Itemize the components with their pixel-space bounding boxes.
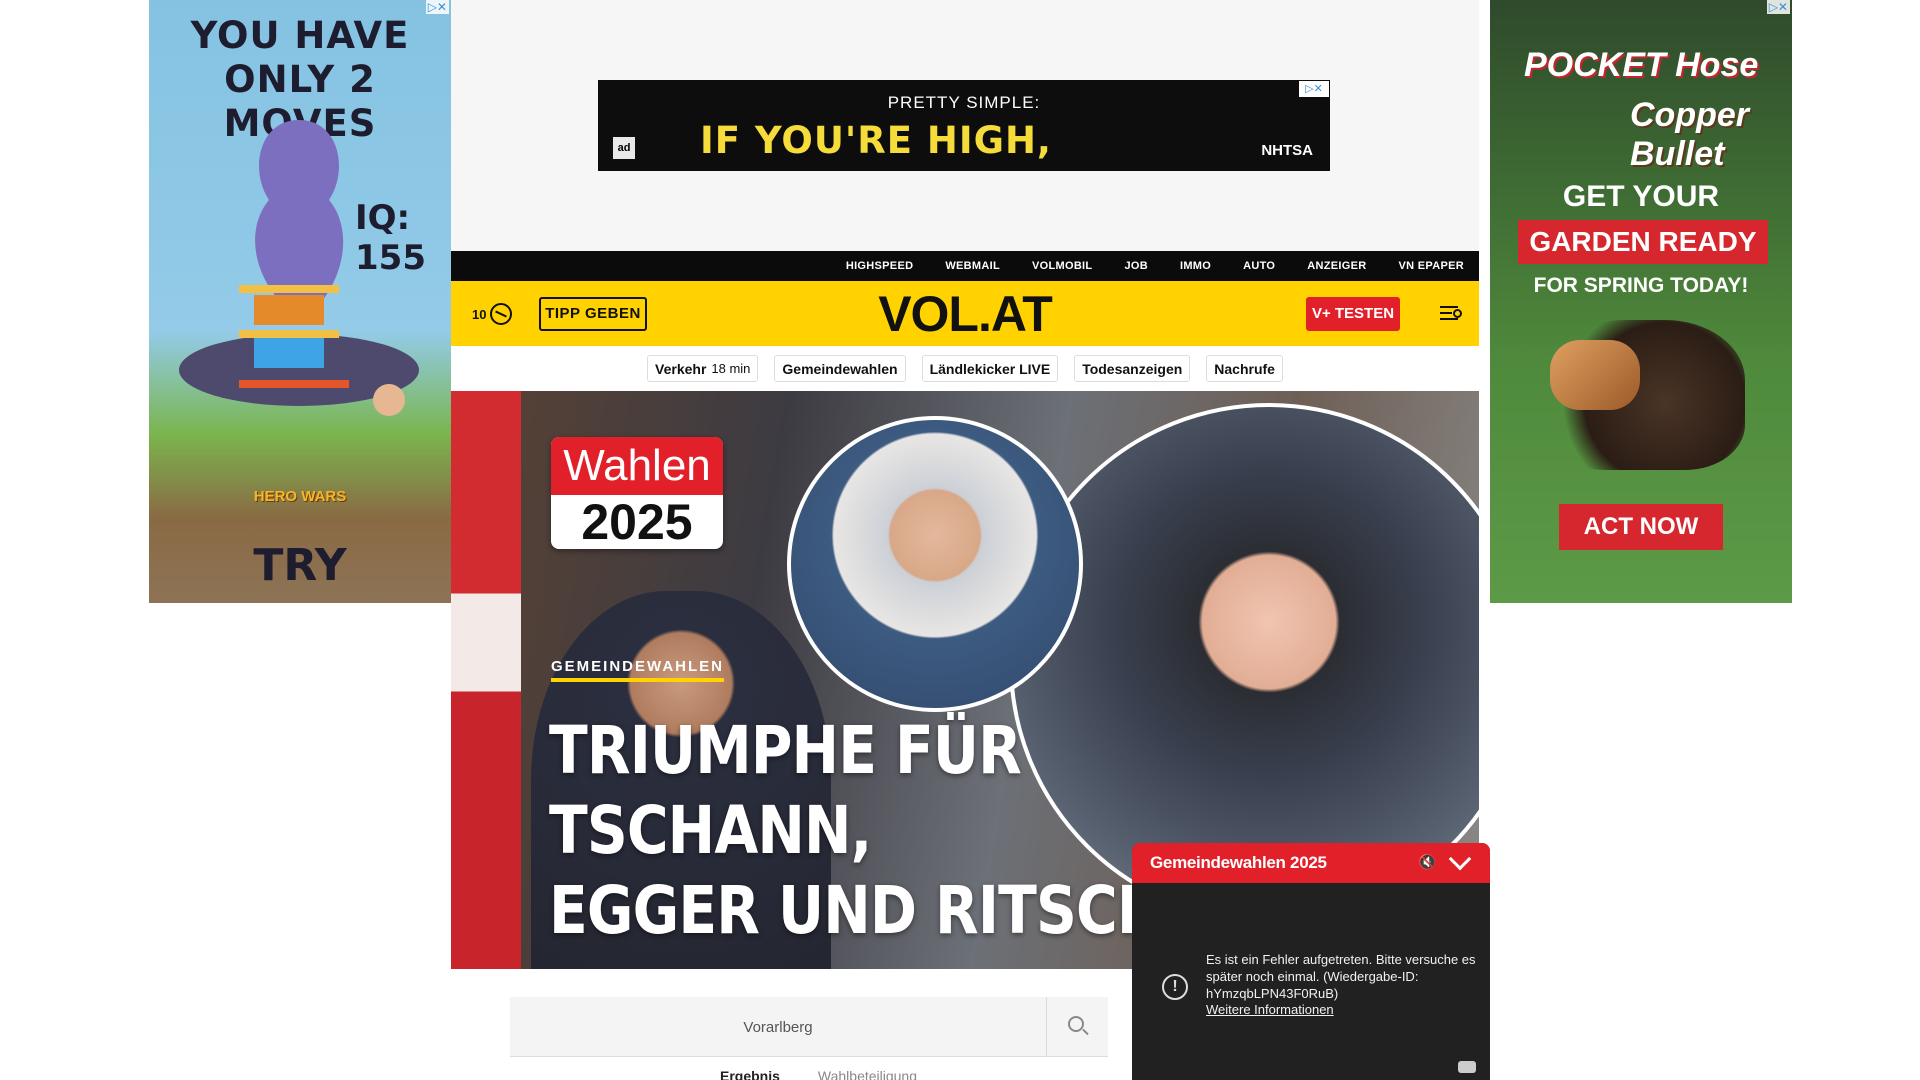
menu-search-icon[interactable] — [1440, 303, 1464, 325]
ad-council-logo: ad — [613, 137, 635, 159]
tipp-geben-button[interactable]: TIPP GEBEN — [539, 297, 647, 331]
ad-top-sponsor: NHTSA — [1261, 142, 1313, 159]
community-search — [510, 997, 1108, 1057]
service-nav-job[interactable]: JOB — [1124, 260, 1148, 272]
topic-chip-gemeindewahlen[interactable]: Gemeindewahlen — [774, 355, 906, 382]
topic-chip-label: Verkehr — [655, 360, 707, 377]
ad-top-headline-big: IF YOU'RE HIGH, — [700, 119, 1052, 162]
tab-ergebnis[interactable]: Ergebnis — [720, 1068, 780, 1080]
service-nav: HIGHSPEED WEBMAIL VOLMOBIL JOB IMMO AUTO… — [451, 251, 1479, 281]
site-header: 10 TIPP GEBEN VOL.AT V+ TESTEN — [451, 281, 1479, 346]
mute-icon[interactable]: 🔇 — [1418, 853, 1437, 871]
traffic-delay: 18 min — [711, 361, 751, 376]
topic-chip-nachrufe[interactable]: Nachrufe — [1206, 355, 1283, 382]
vplus-test-button[interactable]: V+ TESTEN — [1306, 297, 1400, 331]
nozzle-product-image — [1550, 340, 1640, 410]
ad-left-cta[interactable]: TRY — [149, 540, 451, 591]
ad-left-brand-logo: HERO WARS — [253, 488, 347, 505]
ad-right-line3: FOR SPRING TODAY! — [1533, 274, 1749, 297]
service-nav-webmail[interactable]: WEBMAIL — [945, 260, 1000, 272]
ad-left-title-line1: YOU HAVE — [190, 14, 410, 57]
hero-flag-image — [451, 391, 521, 969]
ad-skyscraper-left[interactable]: ▷✕ YOU HAVE ONLY 2 MOVES IQ: 155 HERO WA… — [149, 0, 451, 603]
ad-right-cta[interactable]: ACT NOW — [1559, 504, 1723, 550]
video-popup-header: Gemeindewahlen 2025 🔇 — [1132, 843, 1490, 883]
ad-right-logo-line2: Copper Bullet — [1630, 96, 1749, 173]
search-button[interactable] — [1046, 997, 1108, 1057]
youtube-icon[interactable] — [1458, 1061, 1476, 1073]
weather-icon — [490, 303, 513, 325]
video-popup-title: Gemeindewahlen 2025 — [1150, 853, 1327, 872]
community-search-input[interactable] — [510, 997, 1046, 1057]
ad-choices-icon[interactable]: ▷✕ — [1766, 0, 1790, 14]
ad-left-illustration — [179, 120, 419, 416]
video-error-message: Es ist ein Fehler aufgetreten. Bitte ver… — [1206, 952, 1476, 1001]
badge-year: 2025 — [581, 494, 693, 549]
error-icon: ! — [1162, 974, 1188, 1000]
chevron-down-icon[interactable] — [1448, 847, 1472, 871]
service-nav-anzeiger[interactable]: ANZEIGER — [1307, 260, 1366, 272]
service-nav-auto[interactable]: AUTO — [1243, 260, 1275, 272]
ad-right-line2: GARDEN READY — [1518, 220, 1768, 264]
weather-widget[interactable]: 10 — [472, 303, 513, 325]
tab-wahlbeteiligung[interactable]: Wahlbeteiligung — [818, 1068, 917, 1080]
topic-chip-todesanzeigen[interactable]: Todesanzeigen — [1074, 355, 1191, 382]
ad-right-line1: GET YOUR — [1562, 180, 1720, 213]
ad-skyscraper-right[interactable]: ▷✕ POCKET Hose Copper Bullet GET YOUR GA… — [1490, 0, 1792, 603]
temperature: 10 — [472, 306, 487, 322]
service-nav-volmobil[interactable]: VOLMOBIL — [1032, 260, 1092, 272]
service-nav-highspeed[interactable]: HIGHSPEED — [846, 260, 914, 272]
more-info-link[interactable]: Weitere Informationen — [1206, 1002, 1334, 1017]
page: ▷✕ YOU HAVE ONLY 2 MOVES IQ: 155 HERO WA… — [0, 0, 1920, 1080]
service-nav-epaper[interactable]: VN EPAPER — [1399, 260, 1464, 272]
ad-top-headline-small: PRETTY SIMPLE: — [887, 93, 1041, 112]
article-kicker[interactable]: GEMEINDEWAHLEN — [551, 658, 725, 682]
video-player-popup: Gemeindewahlen 2025 🔇 ! Es ist ein Fehle… — [1132, 843, 1490, 1080]
topic-nav: Verkehr 18 min Gemeindewahlen Ländlekick… — [451, 346, 1479, 391]
ad-top-banner[interactable]: ▷✕ PRETTY SIMPLE: IF YOU'RE HIGH, ad NHT… — [598, 80, 1330, 171]
topic-chip-laendlekicker[interactable]: Ländlekicker LIVE — [921, 355, 1059, 382]
hero-portrait-center — [787, 416, 1083, 712]
badge-top: Wahlen — [551, 437, 723, 495]
ad-left-iq: IQ: 155 — [355, 198, 426, 278]
wahlen-2025-badge: Wahlen 2025 — [551, 437, 723, 549]
topic-chip-verkehr[interactable]: Verkehr 18 min — [647, 355, 759, 382]
ad-right-logo-line1: POCKET Hose — [1524, 46, 1759, 84]
ad-choices-icon[interactable]: ▷✕ — [425, 0, 449, 14]
service-nav-immo[interactable]: IMMO — [1180, 260, 1211, 272]
result-tabs: Ergebnis Wahlbeteiligung — [720, 1068, 917, 1080]
